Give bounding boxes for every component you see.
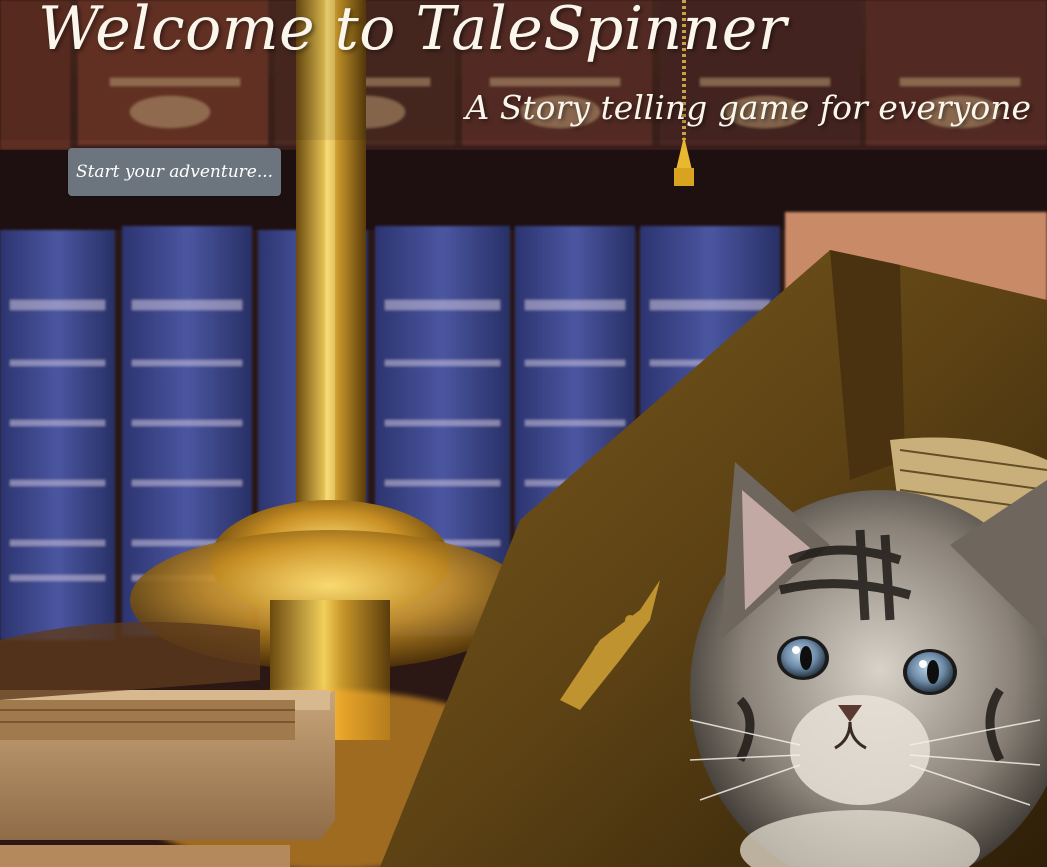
page-subtitle: A Story telling game for everyone <box>465 88 1031 127</box>
page-title: Welcome to TaleSpinner <box>38 0 787 64</box>
start-adventure-button[interactable]: Start your adventure... <box>68 148 281 196</box>
hero-background-image <box>0 0 1047 867</box>
